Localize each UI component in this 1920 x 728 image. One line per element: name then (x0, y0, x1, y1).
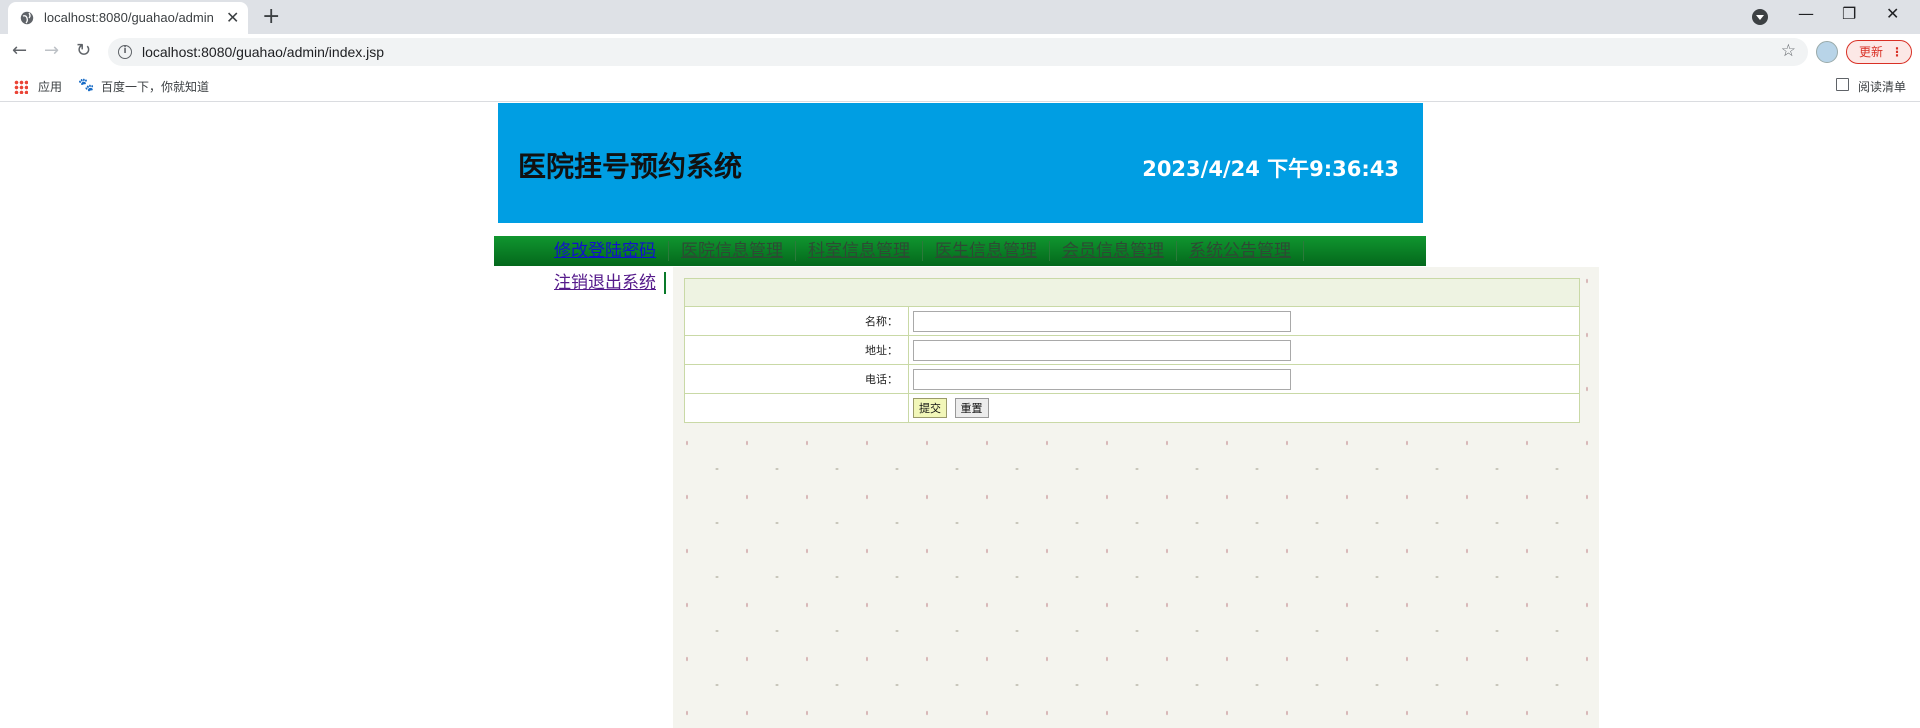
profile-avatar[interactable] (1816, 41, 1838, 63)
name-label: 名称： (684, 306, 909, 336)
nav-member-info[interactable]: 会员信息管理 (1062, 241, 1177, 261)
bookmark-apps[interactable]: 应用 (38, 78, 62, 95)
submit-button[interactable]: 提交 (913, 398, 947, 418)
browser-toolbar: ← → ↻ i localhost:8080/guahao/admin/inde… (0, 34, 1920, 70)
phone-label: 电话： (684, 364, 909, 394)
nav-doctor-info[interactable]: 医生信息管理 (935, 241, 1050, 261)
content-panel: 名称： 地址： 电话： 提交 重置 (673, 267, 1599, 728)
reset-button[interactable]: 重置 (954, 398, 989, 418)
globe-icon (20, 11, 34, 25)
new-tab-button[interactable]: + (262, 4, 280, 29)
site-header: 医院挂号预约系统 2023/4/24 下午9:36:43 (498, 103, 1423, 223)
clock-display: 2023/4/24 下午9:36:43 (1142, 157, 1399, 181)
reading-list-button[interactable]: 阅读清单 (1858, 78, 1906, 95)
tab-search-icon[interactable] (1752, 9, 1768, 25)
reload-icon[interactable]: ↻ (76, 40, 91, 61)
nav-links: 修改登陆密码 医院信息管理 科室信息管理 医生信息管理 会员信息管理 系统公告管理 (554, 241, 1316, 261)
site-info-icon[interactable]: i (118, 45, 132, 59)
nav-logout[interactable]: 注销退出系统 (554, 272, 666, 294)
update-button[interactable]: 更新 ⋮ (1846, 40, 1912, 64)
baidu-paw-icon: 🐾 (78, 78, 95, 93)
apps-icon[interactable] (14, 80, 28, 94)
nav-hospital-info[interactable]: 医院信息管理 (681, 241, 796, 261)
tab-title: localhost:8080/guahao/admin (44, 10, 214, 25)
forward-arrow-icon[interactable]: → (44, 40, 59, 61)
tab-close-icon[interactable]: ✕ (226, 8, 239, 27)
back-arrow-icon[interactable]: ← (12, 40, 27, 61)
bookmark-baidu[interactable]: 百度一下，你就知道 (101, 78, 209, 95)
nav-department-info[interactable]: 科室信息管理 (808, 241, 923, 261)
hospital-form: 名称： 地址： 电话： 提交 重置 (684, 278, 1580, 423)
address-input[interactable] (913, 339, 1291, 361)
form-row-phone: 电话： (684, 364, 1580, 394)
bookmarks-bar: 应用 🐾 百度一下，你就知道 阅读清单 (0, 70, 1920, 102)
phone-input[interactable] (913, 368, 1291, 390)
menu-dots-icon: ⋮ (1891, 45, 1903, 59)
form-header-row (684, 278, 1580, 307)
url-text[interactable]: localhost:8080/guahao/admin/index.jsp (142, 44, 384, 60)
close-window-button[interactable]: ✕ (1886, 4, 1899, 23)
address-bar[interactable]: i localhost:8080/guahao/admin/index.jsp … (108, 38, 1808, 66)
name-input[interactable] (913, 310, 1291, 332)
update-label: 更新 (1859, 45, 1884, 59)
form-row-actions: 提交 重置 (684, 393, 1580, 423)
main-nav: 修改登陆密码 医院信息管理 科室信息管理 医生信息管理 会员信息管理 系统公告管理 (494, 236, 1426, 266)
restore-button[interactable]: ❐ (1842, 4, 1856, 23)
site-title: 医院挂号预约系统 (518, 150, 743, 183)
nav-change-password[interactable]: 修改登陆密码 (554, 241, 669, 261)
bookmark-star-icon[interactable]: ☆ (1781, 41, 1796, 61)
address-label: 地址： (684, 335, 909, 365)
minimize-button[interactable]: — (1798, 4, 1814, 23)
reading-list-icon[interactable] (1836, 78, 1849, 91)
nav-announcements[interactable]: 系统公告管理 (1189, 241, 1304, 261)
form-row-address: 地址： (684, 335, 1580, 365)
browser-tabstrip: localhost:8080/guahao/admin ✕ + — ❐ ✕ (0, 0, 1920, 34)
browser-tab[interactable]: localhost:8080/guahao/admin ✕ (8, 2, 248, 34)
form-row-name: 名称： (684, 306, 1580, 336)
